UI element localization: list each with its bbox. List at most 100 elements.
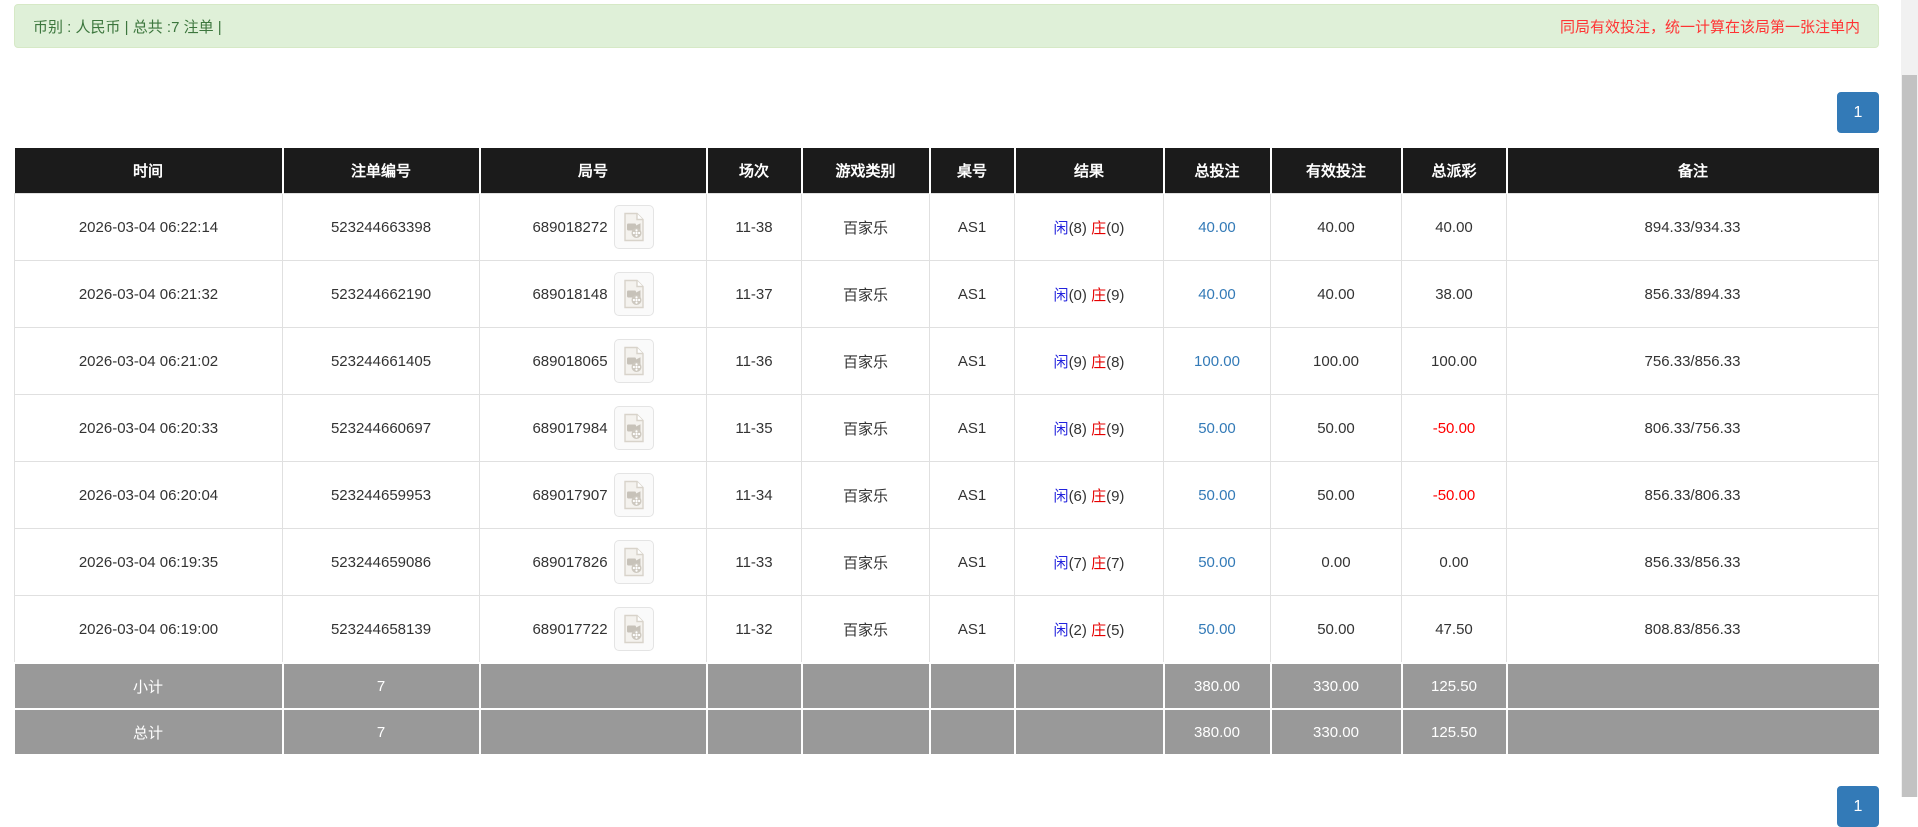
table-header: 时间 注单编号 局号 场次 游戏类别 桌号 结果 总投注 有效投注 总派彩 备注 xyxy=(14,148,1879,194)
banker-score: (0) xyxy=(1106,219,1125,237)
cell-game-type: 百家乐 xyxy=(801,260,930,328)
watch-video-button[interactable] xyxy=(613,607,654,651)
cell-payout: -50.00 xyxy=(1401,394,1507,462)
total-bet-link[interactable]: 50.00 xyxy=(1198,487,1236,504)
col-header-table-no: 桌号 xyxy=(928,148,1016,194)
cell-game-type: 百家乐 xyxy=(801,193,930,261)
banker-score: (5) xyxy=(1106,621,1125,639)
player-score: (7) xyxy=(1068,554,1087,572)
page-1-button[interactable]: 1 xyxy=(1837,92,1879,133)
cell-payout: 40.00 xyxy=(1401,193,1507,261)
round-number: 689017907 xyxy=(532,486,608,504)
cell-remark: 756.33/856.33 xyxy=(1506,327,1879,395)
notice-text: 同局有效投注，统一计算在该局第一张注单内 xyxy=(1559,18,1860,36)
cell-valid-bet: 40.00 xyxy=(1270,260,1402,328)
banker-score: (9) xyxy=(1106,420,1125,438)
cell-bet-id: 523244658139 xyxy=(282,595,480,664)
video-document-icon xyxy=(623,413,644,443)
round-number: 689017722 xyxy=(532,620,608,638)
cell-round: 689018272 xyxy=(479,193,707,261)
subtotal-total-bet: 380.00 xyxy=(1162,662,1272,710)
cell-time: 2026-03-04 06:20:04 xyxy=(14,461,283,529)
bet-row: 2026-03-04 06:22:14 523244663398 689018272… xyxy=(14,193,1879,261)
player-label: 闲 xyxy=(1053,621,1069,639)
cell-table-no: AS1 xyxy=(929,394,1015,462)
cell-valid-bet: 50.00 xyxy=(1270,394,1402,462)
player-score: (2) xyxy=(1068,621,1087,639)
cell-session: 11-37 xyxy=(706,260,802,328)
table-footer: 小计 7 380.00 330.00 125.50 总计 7 380.00 33… xyxy=(14,662,1879,756)
page-1-button-bottom[interactable]: 1 xyxy=(1837,786,1879,827)
banker-label: 庄 xyxy=(1091,286,1107,304)
cell-game-type: 百家乐 xyxy=(801,394,930,462)
total-bet-link[interactable]: 50.00 xyxy=(1198,621,1236,638)
round-number: 689018272 xyxy=(532,218,608,236)
total-bet-link[interactable]: 100.00 xyxy=(1194,353,1240,370)
cell-time: 2026-03-04 06:20:33 xyxy=(14,394,283,462)
cell-session: 11-33 xyxy=(706,528,802,596)
cell-total-bet: 50.00 xyxy=(1163,595,1271,664)
watch-video-button[interactable] xyxy=(613,339,654,383)
total-bet-link[interactable]: 40.00 xyxy=(1198,286,1236,303)
banker-score: (9) xyxy=(1106,487,1125,505)
cell-session: 11-35 xyxy=(706,394,802,462)
col-header-time: 时间 xyxy=(14,148,284,194)
watch-video-button[interactable] xyxy=(613,205,654,249)
subtotal-valid-bet: 330.00 xyxy=(1269,662,1403,710)
video-document-icon xyxy=(623,346,644,376)
scrollbar-thumb[interactable] xyxy=(1902,75,1917,797)
bet-row: 2026-03-04 06:21:32 523244662190 689018148… xyxy=(14,260,1879,328)
page-content: 币别 : 人民币 | 总共 :7 注单 | 同局有效投注，统一计算在该局第一张注… xyxy=(0,4,1918,827)
vertical-scrollbar[interactable] xyxy=(1901,0,1918,797)
cell-remark: 808.83/856.33 xyxy=(1506,595,1879,664)
col-header-total-bet: 总投注 xyxy=(1162,148,1272,194)
total-bet-link[interactable]: 50.00 xyxy=(1198,554,1236,571)
banker-score: (7) xyxy=(1106,554,1125,572)
cell-bet-id: 523244659953 xyxy=(282,461,480,529)
watch-video-button[interactable] xyxy=(613,473,654,517)
banker-label: 庄 xyxy=(1091,353,1107,371)
cell-round: 689018065 xyxy=(479,327,707,395)
cell-session: 11-38 xyxy=(706,193,802,261)
cell-round: 689017984 xyxy=(479,394,707,462)
col-header-session: 场次 xyxy=(705,148,803,194)
banker-label: 庄 xyxy=(1091,420,1107,438)
bet-row: 2026-03-04 06:21:02 523244661405 689018065… xyxy=(14,327,1879,395)
banker-score: (9) xyxy=(1106,286,1125,304)
cell-payout: 0.00 xyxy=(1401,528,1507,596)
subtotal-count: 7 xyxy=(281,662,481,710)
subtotal-label: 小计 xyxy=(14,662,284,710)
banker-label: 庄 xyxy=(1091,487,1107,505)
col-header-valid-bet: 有效投注 xyxy=(1269,148,1403,194)
round-number: 689017826 xyxy=(532,553,608,571)
cell-table-no: AS1 xyxy=(929,528,1015,596)
total-valid-bet: 330.00 xyxy=(1269,708,1403,756)
col-header-game-type: 游戏类别 xyxy=(800,148,931,194)
player-score: (8) xyxy=(1068,420,1087,438)
cell-game-type: 百家乐 xyxy=(801,595,930,664)
summary-bar: 币别 : 人民币 | 总共 :7 注单 | 同局有效投注，统一计算在该局第一张注… xyxy=(14,4,1879,48)
banker-label: 庄 xyxy=(1091,219,1107,237)
cell-round: 689017722 xyxy=(479,595,707,664)
video-document-icon xyxy=(623,547,644,577)
cell-total-bet: 40.00 xyxy=(1163,260,1271,328)
watch-video-button[interactable] xyxy=(613,272,654,316)
cell-time: 2026-03-04 06:19:35 xyxy=(14,528,283,596)
bet-records-table: 时间 注单编号 局号 场次 游戏类别 桌号 结果 总投注 有效投注 总派彩 备注… xyxy=(14,148,1879,756)
cell-bet-id: 523244660697 xyxy=(282,394,480,462)
watch-video-button[interactable] xyxy=(613,406,654,450)
bet-row: 2026-03-04 06:19:00 523244658139 689017722… xyxy=(14,595,1879,664)
player-score: (0) xyxy=(1068,286,1087,304)
col-header-bet-id: 注单编号 xyxy=(281,148,481,194)
round-number: 689018148 xyxy=(532,285,608,303)
total-bet-link[interactable]: 40.00 xyxy=(1198,219,1236,236)
cell-game-type: 百家乐 xyxy=(801,327,930,395)
subtotal-row: 小计 7 380.00 330.00 125.50 xyxy=(14,662,1879,710)
cell-table-no: AS1 xyxy=(929,260,1015,328)
cell-table-no: AS1 xyxy=(929,327,1015,395)
cell-round: 689018148 xyxy=(479,260,707,328)
watch-video-button[interactable] xyxy=(613,540,654,584)
total-bet-link[interactable]: 50.00 xyxy=(1198,420,1236,437)
banker-score: (8) xyxy=(1106,353,1125,371)
cell-time: 2026-03-04 06:21:02 xyxy=(14,327,283,395)
